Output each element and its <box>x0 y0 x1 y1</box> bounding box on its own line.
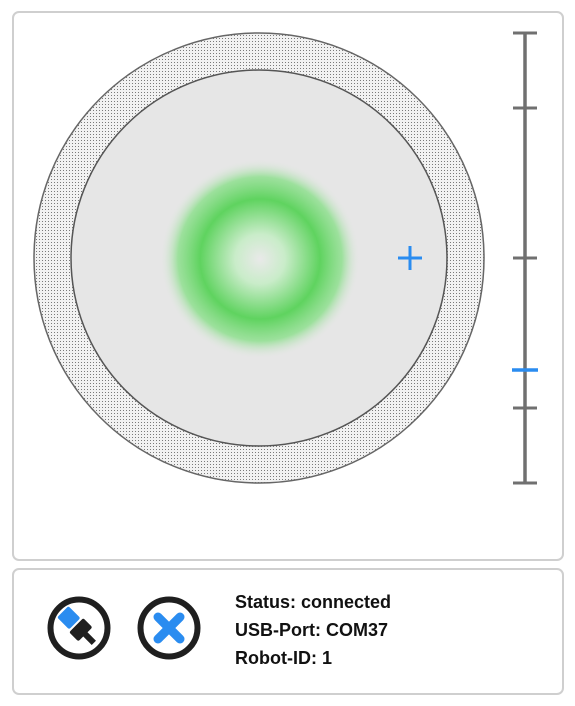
sensor-visualization <box>33 31 538 485</box>
disconnect-button[interactable] <box>137 596 201 660</box>
status-label: Status: <box>235 592 297 612</box>
vertical-scale <box>512 31 538 485</box>
robot-id-value: 1 <box>321 648 332 668</box>
connect-button[interactable] <box>47 596 111 660</box>
usb-port-line: USB-Port: COM37 <box>235 616 391 644</box>
close-x-icon <box>137 596 201 660</box>
status-panel: Status: connected USB-Port: COM37 Robot-… <box>12 568 564 695</box>
usb-port-label: USB-Port: <box>235 620 321 640</box>
visualization-panel <box>12 11 564 561</box>
usb-port-value: COM37 <box>326 620 389 640</box>
robot-id-label: Robot-ID: <box>235 648 317 668</box>
usb-plug-icon <box>47 596 111 660</box>
connection-info: Status: connected USB-Port: COM37 Robot-… <box>235 588 391 672</box>
status-value: connected <box>301 592 392 612</box>
status-line: Status: connected <box>235 588 391 616</box>
robot-id-line: Robot-ID: 1 <box>235 644 391 672</box>
signal-glow <box>160 159 360 359</box>
